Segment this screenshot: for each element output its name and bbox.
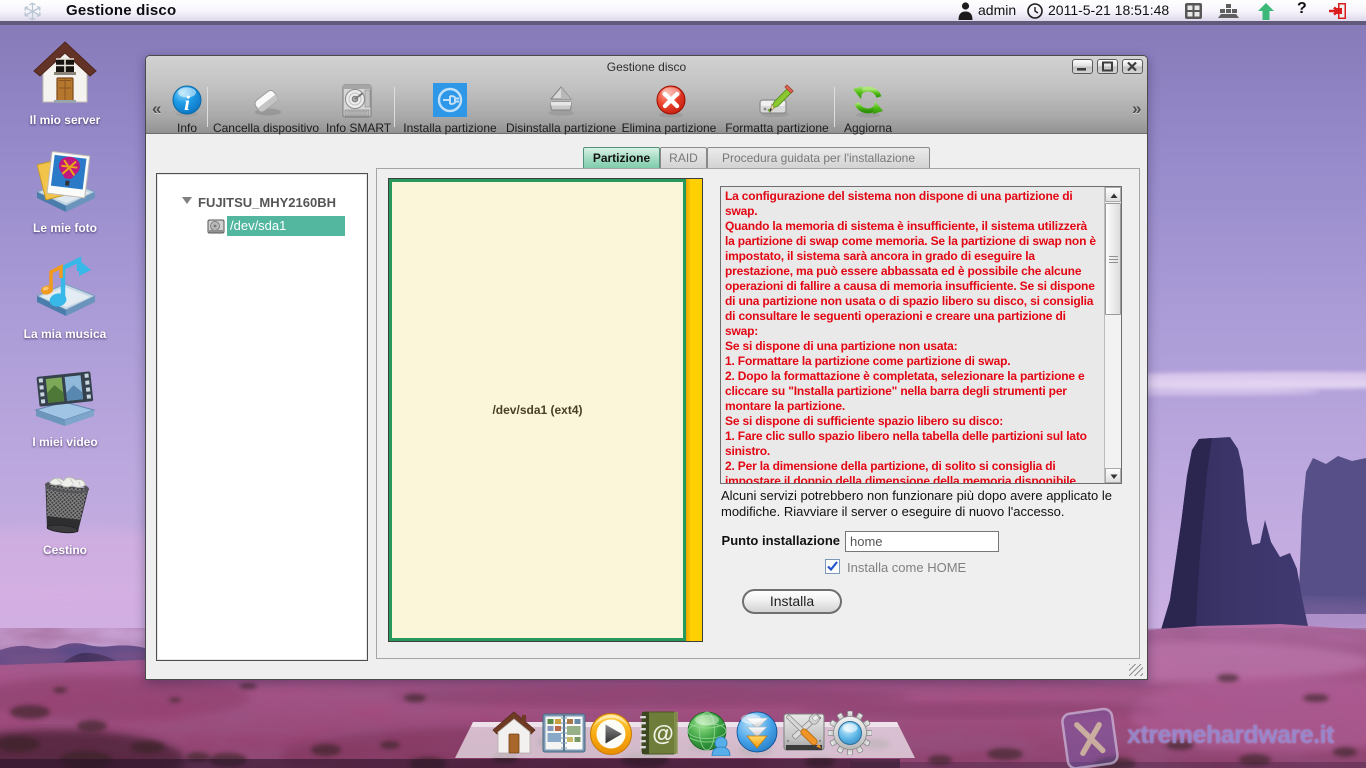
svg-text:i: i <box>184 91 190 115</box>
svg-text:@: @ <box>652 721 673 746</box>
